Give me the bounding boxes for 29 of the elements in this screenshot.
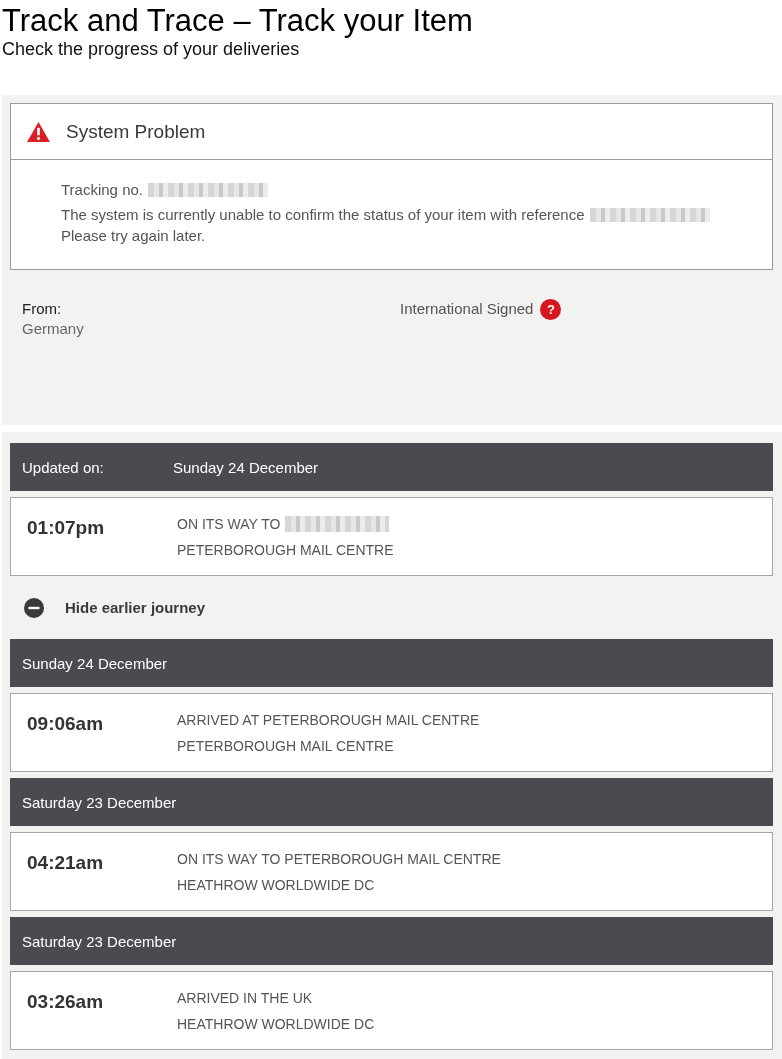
- event-status: ON ITS WAY TO: [177, 515, 281, 534]
- alert-text: The system is currently unable to confirm the status of your item with reference: [61, 205, 585, 225]
- event-time: 09:06am: [27, 712, 105, 736]
- alert-title: System Problem: [66, 120, 206, 143]
- event-location: PETERBOROUGH MAIL CENTRE: [177, 541, 394, 560]
- event-time: 04:21am: [27, 851, 105, 875]
- bar-date: Saturday 23 December: [22, 932, 177, 950]
- bar-date: Saturday 23 December: [22, 793, 177, 811]
- updated-date: Sunday 24 December: [173, 458, 319, 476]
- event-status: ARRIVED AT PETERBOROUGH MAIL CENTRE: [177, 711, 480, 730]
- alert-text: Please try again later.: [61, 226, 206, 246]
- event-location: HEATHROW WORLDWIDE DC: [177, 1015, 375, 1034]
- from-label: From:: [22, 299, 62, 319]
- warning-icon: [27, 121, 50, 142]
- event-time: 03:26am: [27, 990, 105, 1014]
- event-status: ON ITS WAY TO PETERBOROUGH MAIL CENTRE: [177, 850, 501, 869]
- from-country: Germany: [22, 319, 84, 339]
- help-icon[interactable]: ?: [540, 298, 562, 320]
- event-status: ARRIVED IN THE UK: [177, 989, 313, 1008]
- event-time: 01:07pm: [27, 516, 106, 540]
- service-name: International Signed: [400, 299, 534, 319]
- event-location: HEATHROW WORLDWIDE DC: [177, 876, 375, 895]
- hide-journey-toggle[interactable]: Hide earlier journey: [24, 597, 206, 618]
- bar-date: Sunday 24 December: [22, 654, 168, 672]
- page-title: Track and Trace – Track your Item: [2, 3, 473, 38]
- page-subtitle: Check the progress of your deliveries: [2, 38, 300, 60]
- updated-label: Updated on:: [22, 458, 105, 476]
- alert-text: Tracking no.: [61, 180, 143, 200]
- event-location: PETERBOROUGH MAIL CENTRE: [177, 737, 394, 756]
